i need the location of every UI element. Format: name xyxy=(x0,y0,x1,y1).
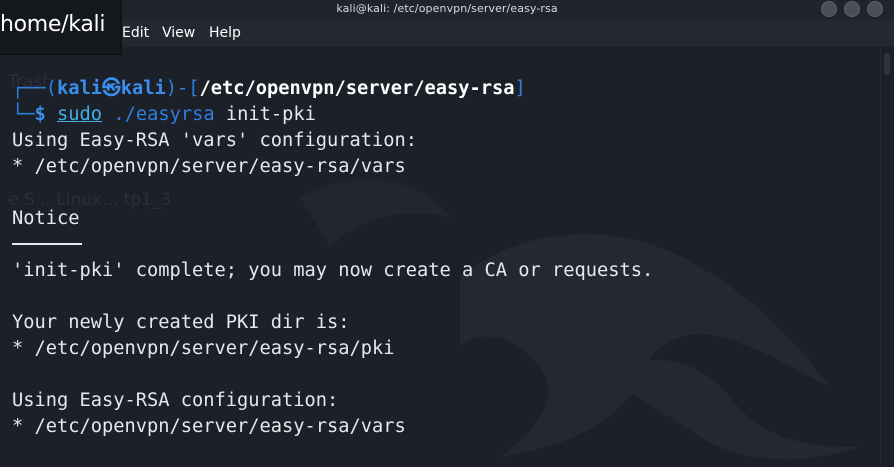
prompt-dollar: $ xyxy=(34,104,46,125)
output-line: Notice xyxy=(12,208,80,229)
notice-underline xyxy=(12,243,82,245)
prompt-line-1: ┌──(kali㉿kali)-[/etc/openvpn/server/easy… xyxy=(12,76,526,102)
prompt-corner: └─ xyxy=(12,104,35,125)
minimize-icon[interactable] xyxy=(821,1,837,17)
output-line: Using Easy-RSA configuration: xyxy=(12,390,339,411)
output-line: 'init-pki' complete; you may now create … xyxy=(12,260,654,281)
terminal-scrollbar[interactable] xyxy=(880,47,894,467)
command-path: ./easyrsa xyxy=(113,104,215,125)
prompt-user: kali xyxy=(57,78,103,99)
output-line: * /etc/openvpn/server/easy-rsa/pki xyxy=(12,338,395,359)
menu-help[interactable]: Help xyxy=(209,25,241,41)
maximize-icon[interactable] xyxy=(844,1,860,17)
output-line: Your newly created PKI dir is: xyxy=(12,312,350,333)
tooltip-text: home/kali xyxy=(0,12,106,37)
menu-bar: Edit View Help xyxy=(0,20,894,47)
title-bar[interactable]: kali@kali: /etc/openvpn/server/easy-rsa xyxy=(0,0,894,20)
command-args: init-pki xyxy=(214,104,316,125)
terminal-output-area[interactable]: Trash e S... Linux... tp1_3 ┌──(kali㉿kal… xyxy=(0,47,880,467)
prompt-close: ] xyxy=(514,78,526,99)
terminal-window: kali@kali: /etc/openvpn/server/easy-rsa … xyxy=(0,0,894,467)
prompt-open: ┌──( xyxy=(12,78,58,99)
prompt-line-2: └─$ sudo ./easyrsa init-pki xyxy=(12,102,316,128)
menu-view[interactable]: View xyxy=(162,25,195,41)
close-icon[interactable] xyxy=(867,1,883,17)
prompt-host: kali xyxy=(120,78,166,99)
scrollbar-thumb[interactable] xyxy=(884,53,890,75)
window-title: kali@kali: /etc/openvpn/server/easy-rsa xyxy=(336,2,558,15)
output-line: * /etc/openvpn/server/easy-rsa/vars xyxy=(12,416,406,437)
window-switcher-tooltip: home/kali xyxy=(0,0,122,55)
output-line: Using Easy-RSA 'vars' configuration: xyxy=(12,130,418,151)
prompt-cwd: /etc/openvpn/server/easy-rsa xyxy=(199,78,515,99)
command-sudo: sudo xyxy=(57,104,103,125)
output-line: * /etc/openvpn/server/easy-rsa/vars xyxy=(12,156,406,177)
prompt-at: ㉿ xyxy=(102,78,121,99)
prompt-mid: )-[ xyxy=(165,78,200,99)
menu-edit[interactable]: Edit xyxy=(122,25,149,41)
